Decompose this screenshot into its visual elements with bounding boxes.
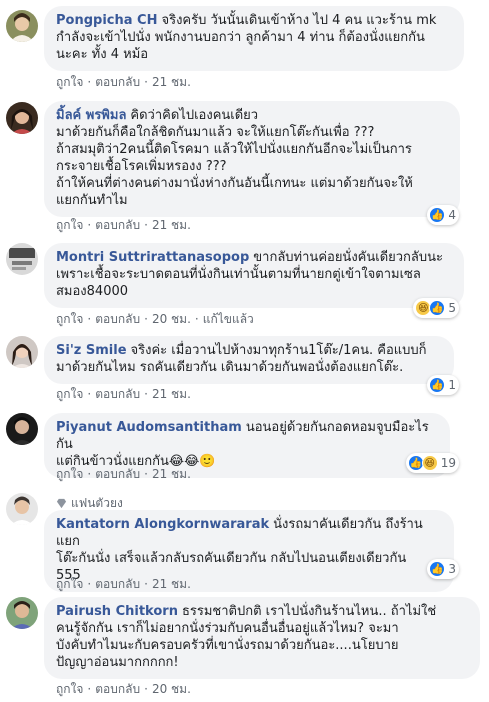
haha-reaction-icon: 😆 — [421, 455, 438, 471]
comment-actions: ถูกใจ · ตอบกลับ · 20 ชม. · แก้ไขแล้ว — [56, 312, 254, 326]
timestamp[interactable]: 21 ชม. — [152, 467, 191, 481]
comment-bubble: Pairush Chitkorn ธรรมชาติปกติ เราไปนั่งกิ… — [44, 597, 480, 679]
avatar[interactable] — [6, 413, 38, 445]
comment-bubble: Montri Suttrirattanasopop ขากลับท่านค่อยน… — [44, 243, 464, 308]
comment-author[interactable]: Kantatorn Alongkornwararak — [56, 517, 269, 532]
like-link[interactable]: ถูกใจ — [56, 682, 83, 696]
like-link[interactable]: ถูกใจ — [56, 467, 83, 481]
comment-author[interactable]: Pairush Chitkorn — [56, 604, 178, 619]
avatar[interactable] — [6, 336, 38, 368]
reply-link[interactable]: ตอบกลับ — [95, 577, 140, 591]
reaction-summary[interactable]: 👍 1 — [427, 375, 459, 395]
like-link[interactable]: ถูกใจ — [56, 577, 83, 591]
like-link[interactable]: ถูกใจ — [56, 218, 83, 232]
like-link[interactable]: ถูกใจ — [56, 75, 83, 89]
comment-author[interactable]: Pongpicha CH — [56, 13, 157, 28]
comment-text: คิดว่าคิดไปเองคนเดียว มาด้วยกันก็คือใกล้… — [56, 108, 413, 208]
comment-actions: ถูกใจ · ตอบกลับ · 21 ชม. — [56, 218, 191, 232]
timestamp[interactable]: 21 ชม. — [152, 577, 191, 591]
comment-bubble: Pongpicha CH จริงครับ วันนั้นเดินเข้าห้าง… — [44, 6, 464, 71]
comment-actions: ถูกใจ · ตอบกลับ · 21 ชม. — [56, 387, 191, 401]
reply-link[interactable]: ตอบกลับ — [95, 387, 140, 401]
reply-link[interactable]: ตอบกลับ — [95, 312, 140, 326]
comment-bubble: มิ้ลค์ พรพิมล คิดว่าคิดไปเองคนเดียว มาด้ว… — [44, 101, 460, 217]
timestamp[interactable]: 20 ชม. — [152, 312, 191, 326]
reaction-count: 4 — [448, 208, 456, 222]
reaction-summary[interactable]: 😆 👍 5 — [413, 298, 459, 318]
like-reaction-icon: 👍 — [429, 561, 446, 577]
avatar[interactable] — [6, 243, 38, 275]
comment-actions: ถูกใจ · ตอบกลับ · 21 ชม. — [56, 467, 191, 481]
comment-author[interactable]: มิ้ลค์ พรพิมล — [56, 108, 126, 123]
avatar[interactable] — [6, 10, 38, 42]
timestamp[interactable]: 20 ชม. — [152, 682, 191, 696]
reply-link[interactable]: ตอบกลับ — [95, 75, 140, 89]
reply-link[interactable]: ตอบกลับ — [95, 682, 140, 696]
reaction-summary[interactable]: 👍 4 — [427, 205, 459, 225]
comment-author[interactable]: Piyanut Audomsantitham — [56, 420, 242, 435]
reaction-count: 3 — [448, 562, 456, 576]
reaction-summary[interactable]: 👍 😆 19 — [405, 453, 459, 473]
timestamp[interactable]: 21 ชม. — [152, 387, 191, 401]
like-reaction-icon: 👍 — [429, 300, 446, 316]
avatar[interactable] — [6, 493, 38, 525]
comment-bubble: Si'z Smile จริงค่ะ เมื่อวานไปห้างมาทุกร้า… — [44, 336, 454, 384]
avatar[interactable] — [6, 597, 38, 629]
like-link[interactable]: ถูกใจ — [56, 387, 83, 401]
reaction-count: 19 — [440, 456, 456, 470]
reaction-summary[interactable]: 👍 3 — [427, 559, 459, 579]
reply-link[interactable]: ตอบกลับ — [95, 218, 140, 232]
like-link[interactable]: ถูกใจ — [56, 312, 83, 326]
diamond-icon — [56, 498, 67, 509]
edited-label[interactable]: แก้ไขแล้ว — [203, 312, 254, 326]
comment-actions: ถูกใจ · ตอบกลับ · 20 ชม. — [56, 682, 191, 696]
comment-author[interactable]: Montri Suttrirattanasopop — [56, 250, 249, 265]
comment-author[interactable]: Si'z Smile — [56, 343, 127, 358]
avatar[interactable] — [6, 102, 38, 134]
reaction-count: 5 — [448, 301, 456, 315]
comment-actions: ถูกใจ · ตอบกลับ · 21 ชม. — [56, 577, 191, 591]
reply-link[interactable]: ตอบกลับ — [95, 467, 140, 481]
like-reaction-icon: 👍 — [429, 377, 446, 393]
timestamp[interactable]: 21 ชม. — [152, 75, 191, 89]
timestamp[interactable]: 21 ชม. — [152, 218, 191, 232]
comment-actions: ถูกใจ · ตอบกลับ · 21 ชม. — [56, 75, 191, 89]
like-reaction-icon: 👍 — [429, 207, 446, 223]
reaction-count: 1 — [448, 378, 456, 392]
comment-feed: Pongpicha CH จริงครับ วันนั้นเดินเข้าห้าง… — [0, 0, 489, 702]
